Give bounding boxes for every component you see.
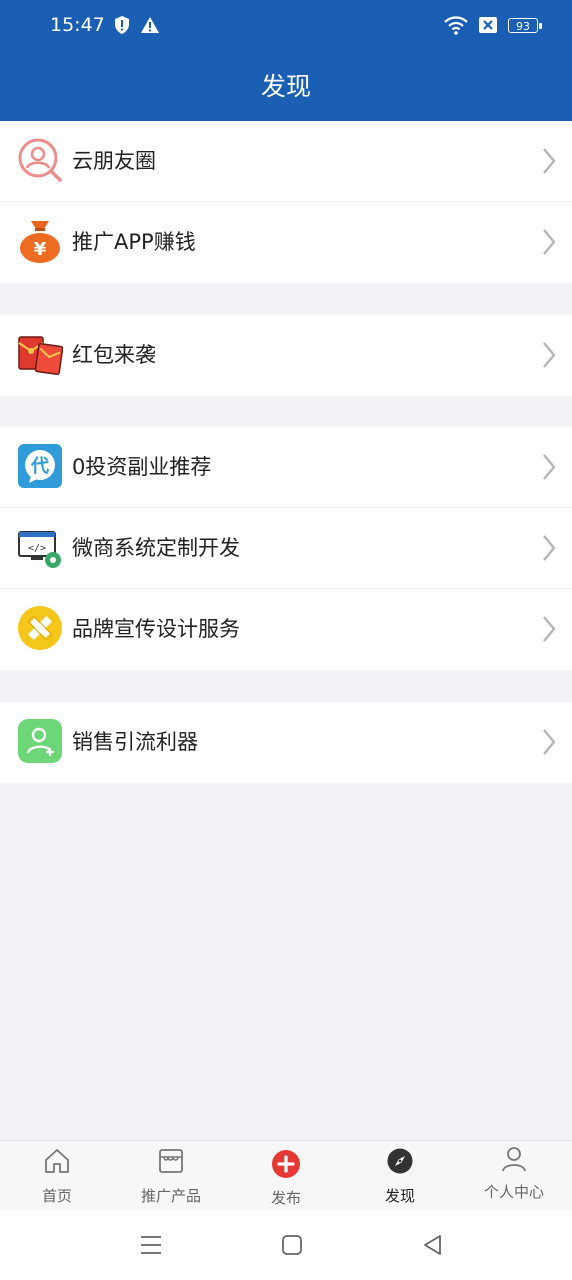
list-item-red-envelope[interactable]: 红包来袭: [0, 315, 572, 396]
list-item-label: 云朋友圈: [72, 149, 156, 173]
chevron-right-icon: [543, 342, 556, 368]
home-button-icon[interactable]: [279, 1232, 305, 1258]
person-icon: [502, 1147, 526, 1172]
list-item-label: 品牌宣传设计服务: [72, 617, 240, 641]
store-icon: [159, 1149, 183, 1173]
code-monitor-icon: </>: [18, 531, 61, 568]
list-item-label: 红包来袭: [72, 343, 156, 367]
list-item-label: 推广APP赚钱: [72, 230, 196, 254]
tab-label: 发布: [270, 1189, 301, 1207]
red-envelope-icon: [18, 336, 63, 376]
tab-label: 个人中心: [483, 1183, 544, 1201]
tab-home[interactable]: 首页: [0, 1141, 114, 1211]
compass-icon: [387, 1148, 413, 1174]
list-group-2: 红包来袭: [0, 315, 572, 396]
list-item-cloud-moments[interactable]: 云朋友圈: [0, 121, 572, 202]
tab-label: 推广产品: [140, 1187, 201, 1205]
ruler-pencil-icon: [18, 606, 62, 650]
system-nav-bar: [0, 1210, 572, 1280]
sim-off-icon: [479, 17, 497, 33]
list-group-1: 云朋友圈 ¥ 推广APP赚钱: [0, 121, 572, 283]
tab-discover[interactable]: 发现: [343, 1141, 457, 1211]
svg-text:¥: ¥: [34, 239, 47, 260]
dai-badge-icon: 代: [18, 444, 62, 488]
battery-icon: 93: [508, 17, 542, 33]
list-item-promote-app[interactable]: ¥ 推广APP赚钱: [0, 202, 572, 283]
page-title: 发现: [0, 52, 572, 121]
status-time: 15:47: [50, 14, 105, 36]
chevron-right-icon: [543, 616, 556, 642]
money-bag-icon: ¥: [20, 221, 60, 263]
wifi-icon: [444, 16, 468, 35]
battery-level: 93: [516, 19, 530, 33]
user-plus-icon: [18, 719, 62, 763]
list-item-label: 销售引流利器: [72, 730, 198, 754]
list-item-brand-design[interactable]: 品牌宣传设计服务: [0, 589, 572, 670]
tab-promoted-products[interactable]: 推广产品: [114, 1141, 228, 1211]
tab-publish[interactable]: 发布: [229, 1141, 343, 1211]
list-item-wechat-system-dev[interactable]: </> 微商系统定制开发: [0, 508, 572, 589]
list-group-3: 代 0投资副业推荐 </> 微商系统定制开发 品牌宣传设计服务: [0, 427, 572, 670]
tab-profile[interactable]: 个人中心: [457, 1141, 571, 1211]
chevron-right-icon: [543, 535, 556, 561]
back-icon[interactable]: [420, 1232, 446, 1258]
list-item-label: 微商系统定制开发: [72, 536, 240, 560]
menu-icon[interactable]: [138, 1232, 164, 1258]
tab-label: 发现: [384, 1187, 415, 1205]
chevron-right-icon: [543, 454, 556, 480]
home-icon: [45, 1149, 69, 1173]
warning-icon: [141, 17, 159, 33]
list-item-label: 0投资副业推荐: [72, 455, 212, 479]
status-bar: 15:47 93: [0, 0, 572, 52]
chevron-right-icon: [543, 729, 556, 755]
chevron-right-icon: [543, 229, 556, 255]
tab-label: 首页: [41, 1187, 72, 1205]
search-user-icon: [18, 138, 62, 182]
list-item-zero-investment[interactable]: 代 0投资副业推荐: [0, 427, 572, 508]
shield-alert-icon: [115, 16, 129, 34]
svg-text:</>: </>: [28, 543, 46, 554]
add-circle-icon: [272, 1150, 300, 1178]
list-group-4: 销售引流利器: [0, 702, 572, 783]
tab-bar: 首页 推广产品 发布 发现 个人中心: [0, 1140, 572, 1211]
chevron-right-icon: [543, 148, 556, 174]
list-item-sales-leads[interactable]: 销售引流利器: [0, 702, 572, 783]
svg-text:代: 代: [30, 456, 49, 477]
